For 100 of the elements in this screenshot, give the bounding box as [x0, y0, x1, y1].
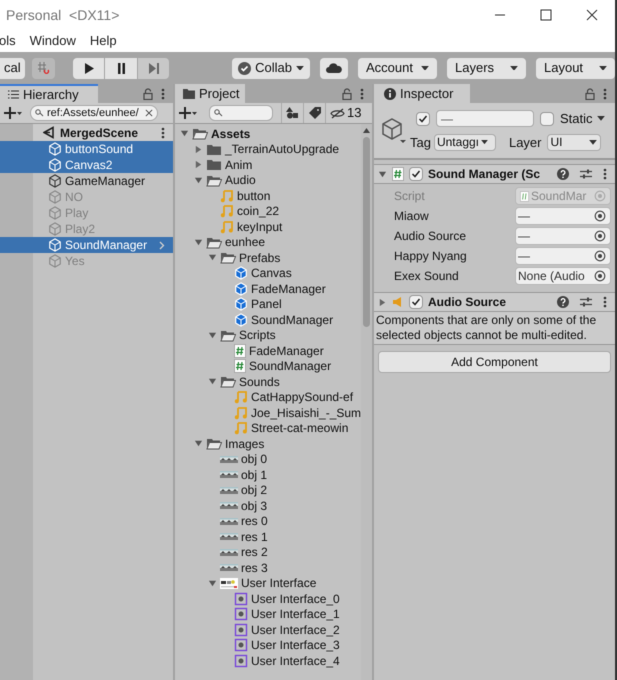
layout-dropdown[interactable]: Layout	[536, 58, 615, 78]
more-options-icon[interactable]	[603, 296, 607, 308]
asset-item[interactable]: keyInput	[237, 218, 282, 236]
collab-button[interactable]: Collab	[232, 58, 310, 78]
help-icon[interactable]	[557, 296, 569, 308]
asset-item[interactable]: res 1	[241, 528, 268, 546]
asset-item[interactable]: Joe_Hisaishi_-_Sum	[251, 404, 361, 422]
more-options-icon[interactable]	[360, 88, 364, 100]
asset-item[interactable]: obj 0	[241, 450, 268, 468]
asset-item[interactable]: obj 3	[241, 496, 268, 515]
asset-item[interactable]: SoundManager	[251, 310, 334, 329]
static-dropdown[interactable]: Static	[560, 109, 605, 128]
asset-item[interactable]: Canvas	[251, 264, 292, 282]
asset-item[interactable]: User Interface_4	[251, 652, 340, 670]
play-button[interactable]	[73, 58, 104, 78]
menu-item[interactable]: Help	[90, 31, 131, 51]
asset-item[interactable]: obj 1	[241, 466, 268, 484]
checkbox[interactable]	[416, 112, 430, 126]
cloud-button[interactable]	[320, 58, 348, 78]
more-options-icon[interactable]	[161, 126, 165, 138]
expanded-arrow-icon[interactable]	[378, 170, 387, 178]
inspector-tab[interactable]: Inspector	[374, 84, 470, 103]
name-field[interactable]: —	[436, 110, 534, 128]
add-component-button[interactable]: Add Component	[378, 351, 611, 373]
expanded-arrow-icon[interactable]	[208, 578, 216, 588]
expanded-arrow-icon[interactable]	[208, 253, 216, 262]
collapsed-arrow-icon[interactable]	[194, 144, 202, 154]
asset-item[interactable]: Assets	[211, 124, 250, 143]
asset-item[interactable]: SoundManager	[249, 357, 332, 376]
object-field[interactable]: —	[515, 207, 611, 225]
target-picker-icon[interactable]	[594, 250, 606, 262]
checkbox[interactable]	[409, 295, 423, 309]
expanded-arrow-icon[interactable]	[194, 176, 202, 185]
account-dropdown[interactable]: Account	[358, 58, 437, 78]
object-field[interactable]: —	[515, 227, 611, 245]
asset-item[interactable]: button	[237, 186, 270, 205]
search-field[interactable]	[209, 105, 273, 121]
sliders-icon[interactable]	[580, 168, 592, 180]
asset-item[interactable]: obj 2	[241, 481, 268, 500]
asset-item[interactable]: Scripts	[239, 326, 276, 344]
chevron-right-icon[interactable]	[159, 240, 165, 250]
scrollbar-thumb[interactable]	[363, 137, 370, 327]
search-field[interactable]: ref:Assets/eunhee/	[30, 105, 158, 121]
expanded-arrow-icon[interactable]	[180, 129, 188, 138]
lock-icon[interactable]	[143, 88, 153, 100]
asset-item[interactable]: Sounds	[239, 372, 280, 391]
asset-item[interactable]: Anim	[225, 156, 252, 174]
layer-dropdown[interactable]: UI	[546, 134, 600, 151]
scroll-up-icon[interactable]	[363, 128, 370, 133]
more-options-icon[interactable]	[603, 168, 607, 180]
asset-item[interactable]: coin_22	[237, 202, 280, 220]
hierarchy-item[interactable]: GameManager	[0, 173, 173, 189]
asset-item[interactable]: Audio	[225, 171, 256, 190]
more-options-icon[interactable]	[603, 88, 607, 100]
expanded-arrow-icon[interactable]	[194, 238, 202, 247]
asset-item[interactable]: User Interface_3	[251, 636, 340, 654]
asset-item[interactable]: Street-cat-meowin	[251, 419, 348, 438]
asset-item[interactable]: eunhee	[225, 233, 266, 252]
asset-item[interactable]: _TerrainAutoUpgrade	[225, 140, 340, 158]
asset-item[interactable]: User Interface_2	[251, 620, 340, 639]
pause-button[interactable]	[105, 58, 138, 78]
menu-item[interactable]: Window	[30, 31, 90, 51]
hierarchy-tab[interactable]: Hierarchy	[0, 84, 98, 103]
asset-item[interactable]: res 0	[241, 512, 268, 530]
asset-item[interactable]: Prefabs	[239, 248, 280, 267]
expanded-arrow-icon[interactable]	[194, 439, 202, 448]
checkbox[interactable]	[409, 167, 423, 181]
asset-item[interactable]: Panel	[251, 295, 282, 314]
checkbox[interactable]	[540, 112, 554, 126]
collapsed-arrow-icon[interactable]	[378, 298, 387, 306]
asset-item[interactable]: CatHappySound-ef	[251, 388, 354, 406]
project-tab[interactable]: Project	[175, 84, 245, 103]
layers-dropdown[interactable]: Layers	[447, 58, 526, 78]
hierarchy-item[interactable]: buttonSound	[0, 141, 173, 157]
scrollbar-track[interactable]	[361, 124, 372, 680]
tag-icon[interactable]	[308, 107, 320, 119]
asset-item[interactable]: User Interface_0	[251, 590, 340, 608]
hidden-eye-icon[interactable]	[330, 108, 345, 118]
asset-item[interactable]: User Interface_1	[251, 605, 340, 624]
expanded-arrow-icon[interactable]	[208, 377, 216, 386]
lock-icon[interactable]	[342, 88, 352, 100]
target-picker-icon[interactable]	[594, 270, 606, 282]
tag-dropdown[interactable]: Untaggı	[434, 134, 496, 151]
asset-item[interactable]: res 3	[241, 558, 268, 577]
collapsed-arrow-icon[interactable]	[194, 160, 202, 170]
expanded-arrow-icon[interactable]	[208, 330, 216, 340]
component-header[interactable]: Audio Source	[374, 292, 615, 312]
more-options-icon[interactable]	[161, 88, 165, 100]
asset-item[interactable]: FadeManager	[249, 342, 324, 360]
help-icon[interactable]	[557, 168, 569, 180]
sliders-icon[interactable]	[580, 296, 592, 308]
asset-item[interactable]: Images	[225, 434, 264, 453]
asset-item[interactable]: res 2	[241, 543, 268, 562]
object-field[interactable]: —	[515, 247, 611, 265]
component-header[interactable]: Sound Manager (Sc	[374, 164, 615, 184]
hierarchy-item[interactable]: SoundManager	[0, 237, 173, 253]
object-field[interactable]: None (Audio	[515, 267, 611, 285]
lock-icon[interactable]	[585, 88, 595, 100]
hierarchy-item[interactable]: Canvas2	[0, 157, 173, 173]
target-picker-icon[interactable]	[594, 230, 606, 242]
